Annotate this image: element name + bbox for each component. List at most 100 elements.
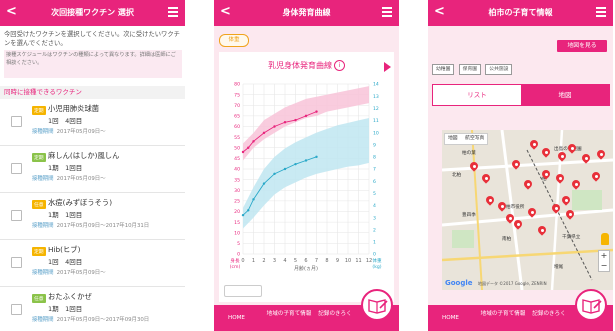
vaccine-checkbox[interactable] [11, 257, 22, 268]
vaccine-row[interactable]: 任意 おたふくかぜ 1期 1回目 接種期間 2017年05月09日〜2017年09月30… [0, 287, 185, 331]
menu-icon[interactable] [382, 7, 392, 17]
nav-records[interactable]: 記録のきろく [528, 305, 570, 331]
notebook-button[interactable] [361, 289, 393, 321]
period-value: 2017年05月09日〜 [56, 270, 106, 276]
y-left-tick-label: 35 [234, 177, 240, 183]
info-icon[interactable]: i [334, 60, 345, 71]
vaccine-checkbox[interactable] [11, 304, 22, 315]
map-pin-icon[interactable] [542, 170, 550, 180]
period-label: 接種期間 [32, 270, 54, 276]
filter-nursery[interactable]: 保育園 [458, 64, 482, 75]
y-right-tick-label: 6 [373, 179, 376, 185]
vaccine-row[interactable]: 定期 小児用肺炎球菌 1回 4回目 接種期間 2017年05月09日〜 [0, 99, 185, 146]
vaccine-row[interactable]: 定期 Hib(ヒブ) 1回 4回目 接種期間 2017年05月09日〜 [0, 240, 185, 287]
filter-kindergarten[interactable]: 幼稚園 [432, 64, 455, 75]
map-pin-icon[interactable] [512, 160, 520, 170]
notebook-button[interactable] [575, 289, 607, 321]
map-pin-icon[interactable] [514, 220, 522, 230]
map-pin-icon[interactable] [592, 172, 600, 182]
map-pin-icon[interactable] [562, 196, 570, 206]
section-header: 同時に接種できるワクチン [0, 86, 185, 99]
y-left-tick-label: 50 [234, 145, 240, 151]
map-pin-icon[interactable] [470, 162, 478, 172]
x-tick-label: 12 [366, 258, 372, 264]
vaccine-checkbox[interactable] [11, 210, 22, 221]
next-arrow-icon[interactable] [384, 62, 391, 72]
y-left-tick-label: 45 [234, 156, 240, 162]
street-view-icon[interactable] [601, 233, 609, 245]
x-tick-label: 5 [294, 258, 297, 264]
tab-map[interactable]: 地図 [521, 85, 609, 105]
vaccine-dose: 1回 4回目 [48, 117, 83, 125]
map-pin-icon[interactable] [530, 140, 538, 150]
map-pin-icon[interactable] [597, 150, 605, 160]
y-right-tick-label: 3 [373, 215, 376, 221]
zoom-in-icon[interactable]: + [599, 251, 609, 261]
nav-local-info[interactable]: 地域の子育て情報 [264, 305, 314, 331]
chart-option-chip[interactable] [224, 285, 262, 297]
vaccine-checkbox[interactable] [11, 163, 22, 174]
y-right-tick-label: 7 [373, 167, 376, 173]
menu-icon[interactable] [168, 7, 178, 17]
vaccine-type-tag: 定期 [32, 247, 46, 256]
map-pin-icon[interactable] [558, 152, 566, 162]
nav-home[interactable]: HOME [428, 305, 473, 331]
vaccine-row[interactable]: 定期 麻しん(はしか)風しん 1期 1回目 接種期間 2017年05月09日〜 [0, 146, 185, 193]
top-bar: < 次回接種ワクチン 選択 [0, 0, 185, 26]
nav-home[interactable]: HOME [214, 305, 259, 331]
filter-public-facility[interactable]: 公共施設 [485, 64, 513, 75]
map-pin-icon[interactable] [556, 174, 564, 184]
y-right-tick-label: 9 [373, 142, 376, 148]
map-pin-icon[interactable] [524, 180, 532, 190]
zoom-out-icon[interactable]: − [599, 261, 609, 271]
map-pin-icon[interactable] [528, 208, 536, 218]
nav-local-info[interactable]: 地域の子育て情報 [478, 305, 528, 331]
vaccine-list: 定期 小児用肺炎球菌 1回 4回目 接種期間 2017年05月09日〜 定期 麻しん(はしか… [0, 99, 185, 331]
weight-data-point [315, 155, 318, 159]
map-pin-icon[interactable] [572, 180, 580, 190]
y-right-tick-label: 12 [373, 106, 379, 112]
map-place-label: 南柏 [502, 237, 512, 242]
x-tick-label: 2 [262, 258, 265, 264]
nav-records[interactable]: 記録のきろく [314, 305, 356, 331]
map-pin-icon[interactable] [582, 154, 590, 164]
map-type-satellite[interactable]: 航空写真 [462, 136, 487, 141]
map-pin-icon[interactable] [566, 210, 574, 220]
y-right-tick-label: 2 [373, 227, 376, 233]
period-label: 接種期間 [32, 176, 54, 182]
menu-icon[interactable] [596, 7, 606, 17]
view-map-button[interactable]: 地図を見る [557, 40, 607, 52]
zoom-control[interactable]: + − [598, 250, 610, 272]
map-place-label: 増尾 [554, 265, 564, 270]
vaccine-row[interactable]: 任意 水痘(みずぼうそう) 1期 1回目 接種期間 2017年05月09日〜2017年1… [0, 193, 185, 240]
map-pin-icon[interactable] [486, 196, 494, 206]
map-type-toggle[interactable]: 地図 航空写真 [444, 133, 489, 145]
vaccine-checkbox[interactable] [11, 116, 22, 127]
map-type-map[interactable]: 地図 [445, 136, 461, 141]
chart-title: 乳児身体発育曲線 i [219, 60, 394, 71]
google-logo: Google [445, 279, 473, 287]
vaccine-period: 接種期間 2017年05月09日〜 [32, 127, 106, 135]
map-view[interactable]: 地図 航空写真 柏の葉 出島の育児園 北柏柏豊四季 柏市役所 南柏 千葉県立 増尾 + − … [442, 130, 613, 290]
height-data-point [304, 114, 308, 118]
y-right-tick-label: 14 [373, 82, 379, 88]
page-title: 身体発育曲線 [282, 8, 331, 17]
map-pin-icon[interactable] [568, 144, 576, 154]
tab-list[interactable]: リスト [433, 85, 521, 105]
map-pin-icon[interactable] [498, 202, 506, 212]
weight-badge[interactable]: 体重 [219, 34, 249, 47]
notebook-icon [368, 299, 388, 314]
y-right-axis-label: 体重 [372, 257, 382, 264]
period-value: 2017年05月09日〜2017年09月30日 [56, 317, 150, 323]
map-pin-icon[interactable] [542, 148, 550, 158]
y-left-tick-label: 75 [234, 92, 240, 98]
map-pin-icon[interactable] [482, 174, 490, 184]
top-bar: < 身体発育曲線 [214, 0, 399, 26]
x-tick-label: 4 [283, 258, 286, 264]
map-pin-icon[interactable] [552, 204, 560, 214]
growth-chart-card: 乳児身体発育曲線 i 80 75 70 65 60 55 50 45 40 35 30 25 20 15 10… [219, 52, 394, 302]
vaccine-type-tag: 定期 [32, 106, 46, 115]
vaccine-name: おたふくかぜ [48, 292, 92, 301]
x-tick-label: 1 [252, 258, 255, 264]
map-pin-icon[interactable] [538, 226, 546, 236]
